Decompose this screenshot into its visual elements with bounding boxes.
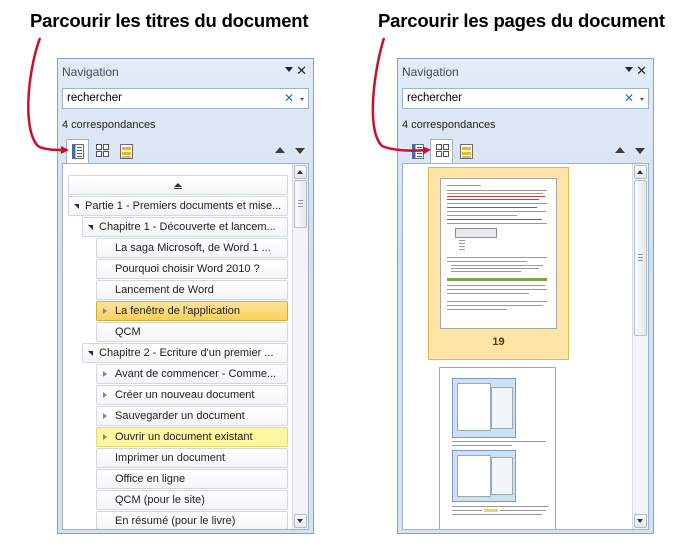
collapse-icon[interactable]: [74, 204, 79, 209]
page-thumbnail-selected[interactable]: 19: [428, 167, 569, 360]
heading-item[interactable]: Office en ligne: [96, 469, 288, 489]
close-pane-button[interactable]: ✕: [636, 63, 647, 79]
heading-item[interactable]: Imprimer un document: [96, 448, 288, 468]
heading-label: Chapitre 1 - Découverte et lancem...: [99, 221, 276, 233]
collapse-all-button[interactable]: [68, 175, 288, 195]
heading-label: QCM: [115, 326, 141, 338]
scroll-up-button[interactable]: [294, 165, 307, 179]
next-result-icon[interactable]: [635, 148, 645, 154]
heading-item[interactable]: Partie 1 - Premiers documents et mise...: [68, 196, 288, 216]
caption-pages: Parcourir les pages du document: [378, 10, 665, 31]
search-results-icon: [120, 144, 133, 159]
collapse-icon[interactable]: [88, 351, 93, 356]
tab-browse-pages[interactable]: [90, 139, 113, 163]
heading-label: En résumé (pour le livre): [115, 515, 236, 527]
previous-result-icon[interactable]: [615, 147, 625, 153]
heading-item[interactable]: Avant de commencer - Comme...: [96, 364, 288, 384]
search-options-dropdown[interactable]: [300, 98, 304, 101]
tab-browse-pages[interactable]: [430, 139, 453, 164]
vertical-scrollbar[interactable]: [632, 164, 648, 529]
heading-label: QCM (pour le site): [115, 494, 205, 506]
headings-icon: [72, 144, 84, 159]
expand-icon[interactable]: [103, 434, 107, 440]
headings-icon: [412, 144, 424, 159]
previous-result-icon[interactable]: [275, 147, 285, 153]
heading-item[interactable]: Sauvegarder un document: [96, 406, 288, 426]
screenshot-image: [452, 450, 516, 502]
collapse-up-icon: [174, 183, 182, 189]
pane-title: Navigation: [62, 65, 119, 79]
heading-item[interactable]: Lancement de Word: [96, 280, 288, 300]
pane-title: Navigation: [402, 65, 459, 79]
scroll-down-button[interactable]: [634, 514, 647, 528]
tab-browse-headings[interactable]: [66, 139, 89, 164]
next-result-icon[interactable]: [295, 148, 305, 154]
heading-label: Chapitre 2 - Ecriture d'un premier ...: [99, 347, 274, 359]
heading-item[interactable]: Ouvrir un document existant: [96, 427, 288, 447]
search-input[interactable]: rechercher: [67, 92, 122, 104]
navigation-pane-pages: Navigation ✕ rechercher ✕ 4 correspondan…: [397, 58, 654, 534]
heading-label: Pourquoi choisir Word 2010 ?: [115, 263, 260, 275]
match-count: 4 correspondances: [402, 119, 496, 131]
scroll-thumb[interactable]: [294, 180, 307, 228]
heading-label: Créer un nouveau document: [115, 389, 255, 401]
vertical-scrollbar[interactable]: [292, 164, 308, 529]
tab-browse-headings[interactable]: [406, 139, 429, 163]
heading-item[interactable]: QCM: [96, 322, 288, 342]
scroll-down-button[interactable]: [294, 514, 307, 528]
heading-label: Lancement de Word: [115, 284, 214, 296]
page-thumbnails-icon: [96, 144, 109, 157]
heading-item[interactable]: Pourquoi choisir Word 2010 ?: [96, 259, 288, 279]
expand-icon[interactable]: [103, 371, 107, 377]
close-pane-button[interactable]: ✕: [296, 63, 307, 79]
clear-search-icon[interactable]: ✕: [624, 91, 634, 105]
heading-item[interactable]: La saga Microsoft, de Word 1 ...: [96, 238, 288, 258]
heading-item[interactable]: La fenêtre de l'application: [96, 301, 288, 321]
search-input[interactable]: rechercher: [407, 92, 462, 104]
heading-item[interactable]: En résumé (pour le livre): [96, 511, 288, 529]
heading-label: Sauvegarder un document: [115, 410, 245, 422]
heading-label: La saga Microsoft, de Word 1 ...: [115, 242, 271, 254]
page-thumbnails-list: 19: [402, 163, 649, 530]
page-number: 19: [492, 336, 505, 348]
navigation-pane-headings: Navigation ✕ rechercher ✕ 4 correspondan…: [57, 58, 314, 534]
match-count: 4 correspondances: [62, 119, 156, 131]
heading-label: Avant de commencer - Comme...: [115, 368, 277, 380]
pane-menu-button[interactable]: [285, 67, 293, 72]
heading-item[interactable]: QCM (pour le site): [96, 490, 288, 510]
heading-item[interactable]: Créer un nouveau document: [96, 385, 288, 405]
heading-label: Office en ligne: [115, 473, 186, 485]
search-box[interactable]: rechercher ✕: [62, 88, 309, 109]
collapse-icon[interactable]: [88, 225, 93, 230]
search-box[interactable]: rechercher ✕: [402, 88, 649, 109]
scroll-thumb[interactable]: [634, 180, 647, 336]
tab-browse-results[interactable]: [454, 139, 477, 163]
expand-icon[interactable]: [103, 308, 107, 314]
scroll-up-button[interactable]: [634, 165, 647, 179]
search-results-icon: [460, 144, 473, 159]
page-preview: [440, 178, 557, 329]
pane-menu-button[interactable]: [625, 67, 633, 72]
tab-browse-results[interactable]: [114, 139, 137, 163]
caption-headings: Parcourir les titres du document: [30, 10, 309, 31]
expand-icon[interactable]: [103, 413, 107, 419]
page-thumbnails-icon: [436, 144, 449, 157]
heading-label: Partie 1 - Premiers documents et mise...: [85, 200, 282, 212]
heading-label: La fenêtre de l'application: [115, 305, 241, 317]
heading-label: Ouvrir un document existant: [115, 431, 253, 443]
heading-item[interactable]: Chapitre 2 - Ecriture d'un premier ...: [82, 343, 288, 363]
heading-item[interactable]: Chapitre 1 - Découverte et lancem...: [82, 217, 288, 237]
clear-search-icon[interactable]: ✕: [284, 91, 294, 105]
screenshot-image: [452, 378, 516, 438]
search-options-dropdown[interactable]: [640, 98, 644, 101]
heading-label: Imprimer un document: [115, 452, 226, 464]
page-thumbnail[interactable]: [439, 367, 556, 529]
expand-icon[interactable]: [103, 392, 107, 398]
headings-list: Partie 1 - Premiers documents et mise...…: [62, 163, 309, 530]
